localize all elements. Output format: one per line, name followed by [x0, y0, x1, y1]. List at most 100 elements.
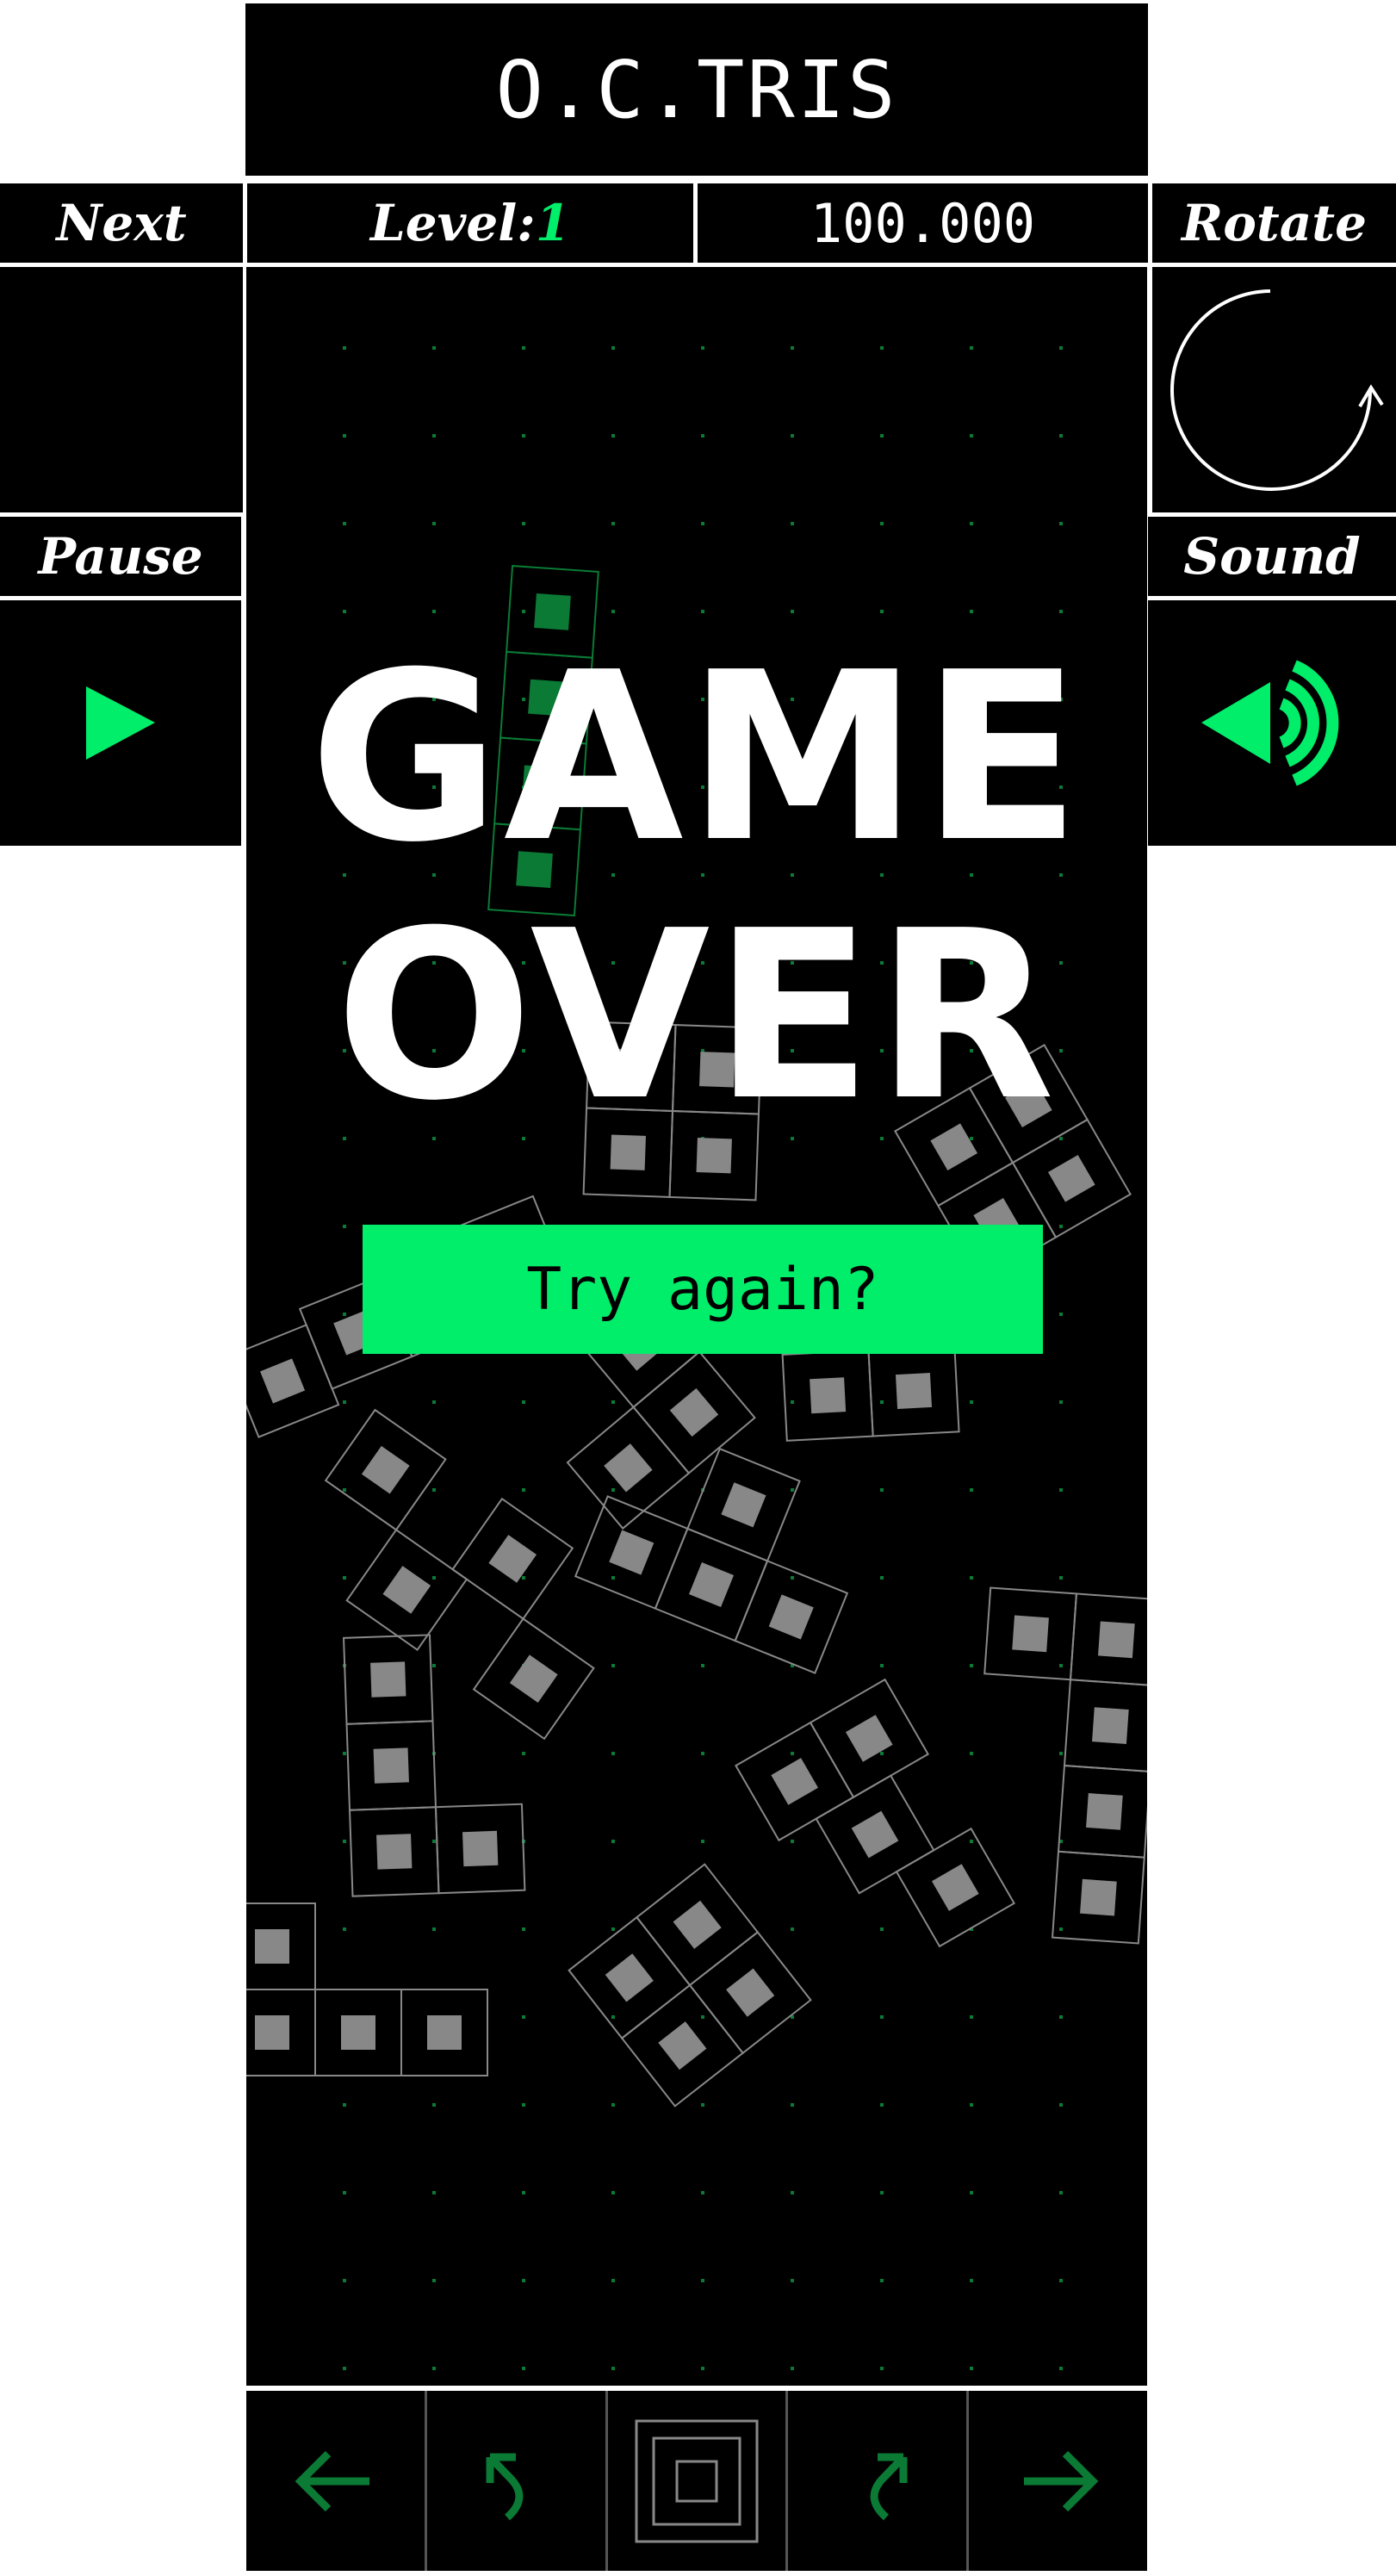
grid-dot	[791, 1488, 794, 1492]
grid-dot	[1059, 1225, 1063, 1228]
grid-dot	[522, 2103, 525, 2107]
grid-dot	[611, 1840, 615, 1843]
grid-dot	[432, 2103, 436, 2107]
tetromino-cell	[688, 1561, 735, 1608]
tetromino	[228, 1903, 488, 2076]
grid-dot	[1059, 1313, 1063, 1316]
grid-dot	[611, 346, 615, 350]
grid-dot	[611, 2103, 615, 2107]
game-title: O.C.TRIS	[245, 3, 1148, 176]
grid-dot	[970, 2191, 973, 2194]
grid-dot	[880, 1927, 884, 1931]
grid-dot	[343, 1313, 346, 1316]
control-bar	[246, 2391, 1147, 2571]
grid-dot	[1059, 2015, 1063, 2019]
tetromino-cell	[895, 1372, 933, 1410]
grid-dot	[701, 522, 704, 525]
grid-dot	[970, 2279, 973, 2282]
tetromino-cell	[1097, 1621, 1135, 1659]
grid-dot	[791, 1400, 794, 1404]
grid-dot	[880, 2103, 884, 2107]
tetromino-cell	[658, 2021, 707, 2070]
drop-button[interactable]	[608, 2391, 789, 2571]
grid-dot	[880, 2367, 884, 2370]
tetromino-cell	[341, 2015, 375, 2050]
grid-dot	[1059, 1664, 1063, 1667]
tetromino-cell	[771, 1758, 819, 1805]
tetromino-cell	[1012, 1615, 1049, 1653]
rotate-right-button[interactable]	[427, 2391, 608, 2571]
grid-dot	[880, 2191, 884, 2194]
rotate-label: Rotate	[1152, 183, 1396, 263]
move-left-button[interactable]	[246, 2391, 427, 2571]
sound-button[interactable]	[1148, 600, 1396, 846]
game-over-title: GAME OVER	[246, 629, 1147, 1145]
drop-icon	[635, 2419, 759, 2542]
grid-dot	[1059, 1576, 1063, 1580]
grid-dot	[432, 2191, 436, 2194]
grid-dot	[611, 1752, 615, 1755]
level-text: Level:	[369, 194, 536, 252]
grid-dot	[343, 2367, 346, 2370]
grid-dot	[522, 2191, 525, 2194]
grid-dot	[522, 1927, 525, 1931]
tetromino-cell	[462, 1830, 499, 1867]
grid-dot	[880, 346, 884, 350]
tetromino-cell	[726, 1968, 775, 2017]
grid-dot	[701, 346, 704, 350]
tetromino-cell	[1047, 1154, 1095, 1202]
grid-dot	[970, 1664, 973, 1667]
pause-button[interactable]	[0, 600, 241, 846]
grid-dot	[611, 2279, 615, 2282]
tetromino-cell	[669, 1387, 719, 1437]
grid-dot	[880, 522, 884, 525]
tetromino-cell	[604, 1443, 653, 1493]
grid-dot	[432, 1400, 436, 1404]
tetromino	[568, 1863, 812, 2107]
tetromino-cell	[260, 1358, 306, 1404]
grid-dot	[1059, 2191, 1063, 2194]
grid-dot	[522, 346, 525, 350]
grid-dot	[791, 2279, 794, 2282]
grid-dot	[432, 610, 436, 613]
grid-dot	[970, 2015, 973, 2019]
tetromino-cell	[605, 1953, 654, 2002]
grid-dot	[611, 434, 615, 438]
grid-dot	[880, 434, 884, 438]
next-label: Next	[0, 183, 243, 263]
try-again-button[interactable]: Try again?	[363, 1225, 1043, 1354]
grid-dot	[432, 2279, 436, 2282]
grid-dot	[432, 1488, 436, 1492]
play-icon	[86, 686, 155, 760]
grid-dot	[791, 2103, 794, 2107]
move-right-button[interactable]	[969, 2391, 1147, 2571]
grid-dot	[791, 2191, 794, 2194]
grid-dot	[880, 1400, 884, 1404]
tetromino-cell	[373, 1747, 409, 1784]
tetromino-cell	[382, 1566, 431, 1614]
tetromino-cell	[509, 1654, 558, 1704]
grid-dot	[343, 2103, 346, 2107]
grid-dot	[611, 1664, 615, 1667]
tetromino-cell	[609, 1530, 655, 1575]
grid-dot	[701, 2103, 704, 2107]
grid-dot	[1059, 434, 1063, 438]
grid-dot	[343, 522, 346, 525]
grid-dot	[791, 2367, 794, 2370]
grid-dot	[1059, 1927, 1063, 1931]
rotate-right-icon	[486, 2453, 524, 2520]
grid-dot	[791, 1927, 794, 1931]
grid-dot	[611, 522, 615, 525]
grid-dot	[970, 522, 973, 525]
grid-dot	[432, 1840, 436, 1843]
rotate-button[interactable]	[1152, 267, 1396, 512]
game-over-line-2: OVER	[335, 880, 1058, 1151]
grid-dot	[701, 2191, 704, 2194]
tetromino-cell	[810, 1377, 847, 1414]
grid-dot	[791, 1752, 794, 1755]
tetromino-cell	[255, 1929, 289, 1964]
tetromino-cell	[255, 2015, 289, 2050]
tetromino-cell	[376, 1834, 413, 1870]
rotate-left-button[interactable]	[788, 2391, 970, 2571]
score-display: 100.000	[698, 183, 1148, 263]
